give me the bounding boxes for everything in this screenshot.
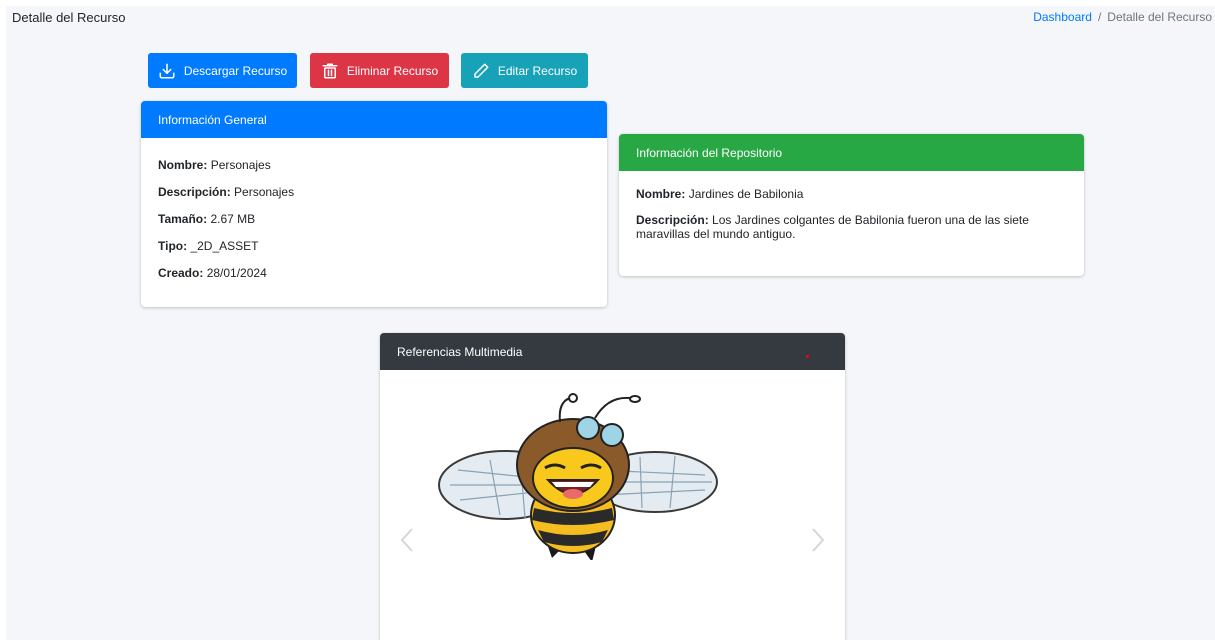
breadcrumb-dashboard-link[interactable]: Dashboard bbox=[1033, 10, 1092, 24]
download-icon bbox=[159, 63, 175, 78]
field-label: Creado: bbox=[158, 266, 204, 280]
general-field-name: Nombre: Personajes bbox=[158, 158, 590, 172]
field-value: _2D_ASSET bbox=[190, 239, 259, 253]
breadcrumb-separator: / bbox=[1097, 10, 1102, 24]
pencil-icon bbox=[474, 63, 489, 78]
general-info-body: Nombre: Personajes Descripción: Personaj… bbox=[141, 138, 607, 307]
field-value: Personajes bbox=[234, 185, 295, 199]
field-label: Descripción: bbox=[636, 213, 709, 227]
repository-info-card: Información del Repositorio Nombre: Jard… bbox=[619, 134, 1084, 276]
general-field-type: Tipo: _2D_ASSET bbox=[158, 239, 590, 253]
repo-field-name: Nombre: Jardines de Babilonia bbox=[636, 187, 1067, 201]
edit-resource-button[interactable]: Editar Recurso bbox=[461, 53, 588, 88]
bee-image bbox=[438, 393, 718, 560]
content-wrapper: Detalle del Recurso Dashboard / Detalle … bbox=[6, 6, 1215, 640]
download-resource-label: Descargar Recurso bbox=[183, 63, 288, 78]
breadcrumb-current: Detalle del Recurso bbox=[1107, 10, 1212, 24]
general-field-description: Descripción: Personajes bbox=[158, 185, 590, 199]
delete-resource-button[interactable]: Eliminar Recurso bbox=[310, 53, 449, 88]
chevron-left-icon bbox=[400, 528, 413, 552]
trash-icon bbox=[322, 63, 338, 78]
field-value: 28/01/2024 bbox=[206, 266, 267, 280]
media-references-title: Referencias Multimedia bbox=[397, 344, 523, 359]
chevron-right-icon bbox=[812, 528, 825, 552]
media-references-card: Referencias Multimedia bbox=[380, 333, 845, 640]
media-carousel bbox=[380, 370, 845, 640]
download-resource-button[interactable]: Descargar Recurso bbox=[148, 53, 297, 88]
repo-field-description: Descripción: Los Jardines colgantes de B… bbox=[636, 213, 1067, 241]
field-label: Tamaño: bbox=[158, 212, 208, 226]
field-label: Tipo: bbox=[158, 239, 188, 253]
field-value: Personajes bbox=[210, 158, 271, 172]
field-label: Descripción: bbox=[158, 185, 231, 199]
repository-info-header: Información del Repositorio bbox=[619, 134, 1084, 171]
media-references-header: Referencias Multimedia bbox=[380, 333, 845, 370]
repository-info-body: Nombre: Jardines de Babilonia Descripció… bbox=[619, 171, 1084, 267]
general-info-card: Información General Nombre: Personajes D… bbox=[141, 101, 607, 307]
indicator-dot bbox=[806, 355, 809, 358]
page-title: Detalle del Recurso bbox=[12, 10, 126, 25]
delete-resource-label: Eliminar Recurso bbox=[346, 63, 439, 78]
edit-resource-label: Editar Recurso bbox=[497, 63, 578, 78]
breadcrumb: Dashboard / Detalle del Recurso bbox=[1033, 10, 1212, 24]
field-value: 2.67 MB bbox=[210, 212, 256, 226]
general-field-size: Tamaño: 2.67 MB bbox=[158, 212, 590, 226]
field-label: Nombre: bbox=[636, 187, 686, 201]
general-field-created: Creado: 28/01/2024 bbox=[158, 266, 590, 280]
field-value: Jardines de Babilonia bbox=[688, 187, 804, 201]
carousel-next-button[interactable] bbox=[807, 525, 827, 555]
general-info-header: Información General bbox=[141, 101, 607, 138]
carousel-prev-button[interactable] bbox=[398, 525, 418, 555]
field-label: Nombre: bbox=[158, 158, 208, 172]
